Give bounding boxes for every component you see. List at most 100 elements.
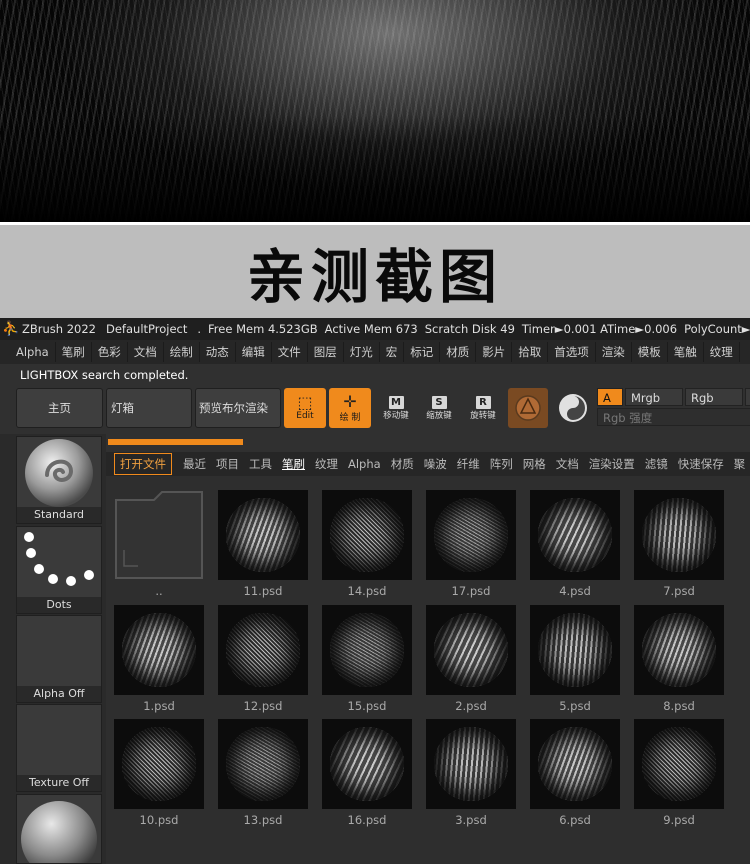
fur-brush-preview — [642, 498, 716, 572]
tab-material[interactable]: 材质 — [386, 456, 419, 472]
menu-render[interactable]: 渲染 — [596, 342, 632, 362]
brush-thumbnail[interactable] — [114, 604, 204, 695]
fur-brush-preview — [122, 727, 196, 801]
brush-thumbnail[interactable] — [634, 719, 724, 809]
tab-quicksave[interactable]: 快速保存 — [673, 456, 729, 472]
fur-brush-preview — [642, 727, 716, 801]
left-shelf: Standard Dots Alpha Off Texture Off — [0, 434, 106, 864]
menu-macro[interactable]: 宏 — [380, 342, 405, 362]
menu-edit[interactable]: 编辑 — [236, 342, 272, 362]
tab-tool[interactable]: 工具 — [244, 456, 277, 472]
rgb-toggle[interactable]: Rgb — [685, 388, 743, 406]
project-name[interactable]: DefaultProject — [106, 322, 187, 336]
fur-brush-preview — [434, 498, 508, 572]
thumbnail-label: 17.psd — [451, 584, 491, 598]
parent-folder[interactable] — [114, 490, 204, 580]
brush-thumbnail[interactable] — [218, 719, 308, 809]
menu-stroke[interactable]: 笔触 — [668, 342, 704, 362]
brush-thumbnail[interactable] — [322, 604, 412, 695]
brush-thumbnail[interactable] — [634, 490, 724, 580]
menu-stencil[interactable]: 模板 — [632, 342, 668, 362]
tab-filter[interactable]: 滤镜 — [640, 456, 673, 472]
stroke-dots-button[interactable]: Dots — [16, 526, 102, 614]
brush-standard-button[interactable]: Standard — [16, 436, 102, 524]
brush-thumbnail[interactable] — [426, 719, 516, 809]
edit-icon: ⬚ — [297, 393, 313, 412]
zbrush-logo-icon: ⛹ — [2, 321, 20, 337]
material-preview-button[interactable] — [16, 794, 102, 864]
color-button[interactable] — [553, 388, 593, 428]
rgb-intensity-slider[interactable]: Rgb 强度 — [597, 408, 750, 426]
mrgb-toggle[interactable]: Mrgb — [625, 388, 683, 406]
tab-recent[interactable]: 最近 — [178, 456, 211, 472]
tab-fibers[interactable]: 纤维 — [452, 456, 485, 472]
live-boolean-button[interactable]: 预览布尔渲染 — [195, 388, 281, 428]
menu-marker[interactable]: 标记 — [404, 342, 441, 362]
brush-thumbnail[interactable] — [218, 490, 308, 580]
tab-document[interactable]: 文档 — [551, 456, 584, 472]
polycount: PolyCount►1 — [684, 322, 750, 336]
fur-brush-preview — [538, 612, 612, 687]
open-file-button[interactable]: 打开文件 — [114, 453, 172, 475]
texture-off-label: Texture Off — [17, 775, 101, 791]
menu-file[interactable]: 文件 — [272, 342, 308, 362]
draw-button[interactable]: ✛ 绘 制 — [329, 388, 371, 428]
hero-fade — [0, 115, 750, 225]
menu-material[interactable]: 材质 — [440, 342, 477, 362]
alpha-off-button[interactable]: Alpha Off — [16, 615, 102, 703]
zbrush-window: ⛹ ZBrush 2022 DefaultProject . Free Mem … — [0, 318, 750, 864]
scale-button[interactable]: S 缩放键 — [420, 390, 458, 426]
brush-thumbnail[interactable] — [530, 490, 620, 580]
home-button[interactable]: 主页 — [16, 388, 103, 428]
thumbnail-label: 4.psd — [559, 584, 591, 598]
move-button[interactable]: M 移动键 — [377, 390, 415, 426]
tab-render-settings[interactable]: 渲染设置 — [584, 456, 640, 472]
brush-thumbnail[interactable] — [322, 490, 412, 580]
menu-color[interactable]: 色彩 — [92, 342, 128, 362]
brush-thumbnail[interactable] — [218, 604, 308, 695]
thumbnail-label: 6.psd — [559, 813, 591, 827]
zadd-toggle[interactable] — [745, 388, 750, 406]
tab-project[interactable]: 项目 — [211, 456, 244, 472]
menu-movie[interactable]: 影片 — [476, 342, 513, 362]
tab-brush[interactable]: 笔刷 — [277, 456, 310, 472]
brush-thumbnail[interactable] — [114, 719, 204, 809]
scale-label: 缩放键 — [426, 410, 452, 421]
material-sphere-icon — [515, 395, 541, 421]
menu-dynamics[interactable]: 动态 — [200, 342, 236, 362]
menu-document[interactable]: 文档 — [128, 342, 164, 362]
thumbnail-label: 16.psd — [347, 813, 387, 827]
tab-grid[interactable]: 网格 — [518, 456, 551, 472]
app-name: ZBrush 2022 — [22, 322, 96, 336]
material-button[interactable] — [508, 388, 548, 428]
brush-thumbnail[interactable] — [322, 719, 412, 809]
lightbox-button[interactable]: 灯箱 — [106, 388, 192, 428]
edit-button[interactable]: ⬚ Edit — [284, 388, 326, 428]
tab-alpha[interactable]: Alpha — [343, 457, 386, 471]
tab-noise[interactable]: 噪波 — [419, 456, 452, 472]
menu-layer[interactable]: 图层 — [308, 342, 344, 362]
parent-folder-label: .. — [155, 584, 163, 598]
brush-thumbnail[interactable] — [426, 490, 516, 580]
brush-thumbnail[interactable] — [530, 604, 620, 695]
menu-light[interactable]: 灯光 — [344, 342, 380, 362]
rotate-button[interactable]: R 旋转键 — [464, 390, 502, 426]
brush-thumbnail[interactable] — [426, 604, 516, 695]
standard-brush-icon — [25, 439, 93, 507]
menu-picker[interactable]: 拾取 — [512, 342, 549, 362]
brush-thumbnail[interactable] — [530, 719, 620, 809]
tab-texture[interactable]: 纹理 — [310, 456, 343, 472]
dots-stroke-icon — [24, 532, 94, 586]
texture-off-button[interactable]: Texture Off — [16, 704, 102, 792]
thumbnail-label: 3.psd — [455, 813, 487, 827]
tab-array[interactable]: 阵列 — [485, 456, 518, 472]
menu-texture[interactable]: 纹理 — [704, 342, 740, 362]
a-toggle[interactable]: A — [597, 388, 623, 406]
scratch-disk: Scratch Disk 49 — [424, 322, 515, 336]
brush-thumbnail[interactable] — [634, 604, 724, 695]
tab-spotlight[interactable]: 聚 — [729, 456, 750, 472]
menu-brush[interactable]: 笔刷 — [56, 342, 92, 362]
menu-preferences[interactable]: 首选项 — [548, 342, 596, 362]
menu-draw[interactable]: 绘制 — [164, 342, 200, 362]
menu-alpha[interactable]: Alpha — [0, 342, 56, 362]
